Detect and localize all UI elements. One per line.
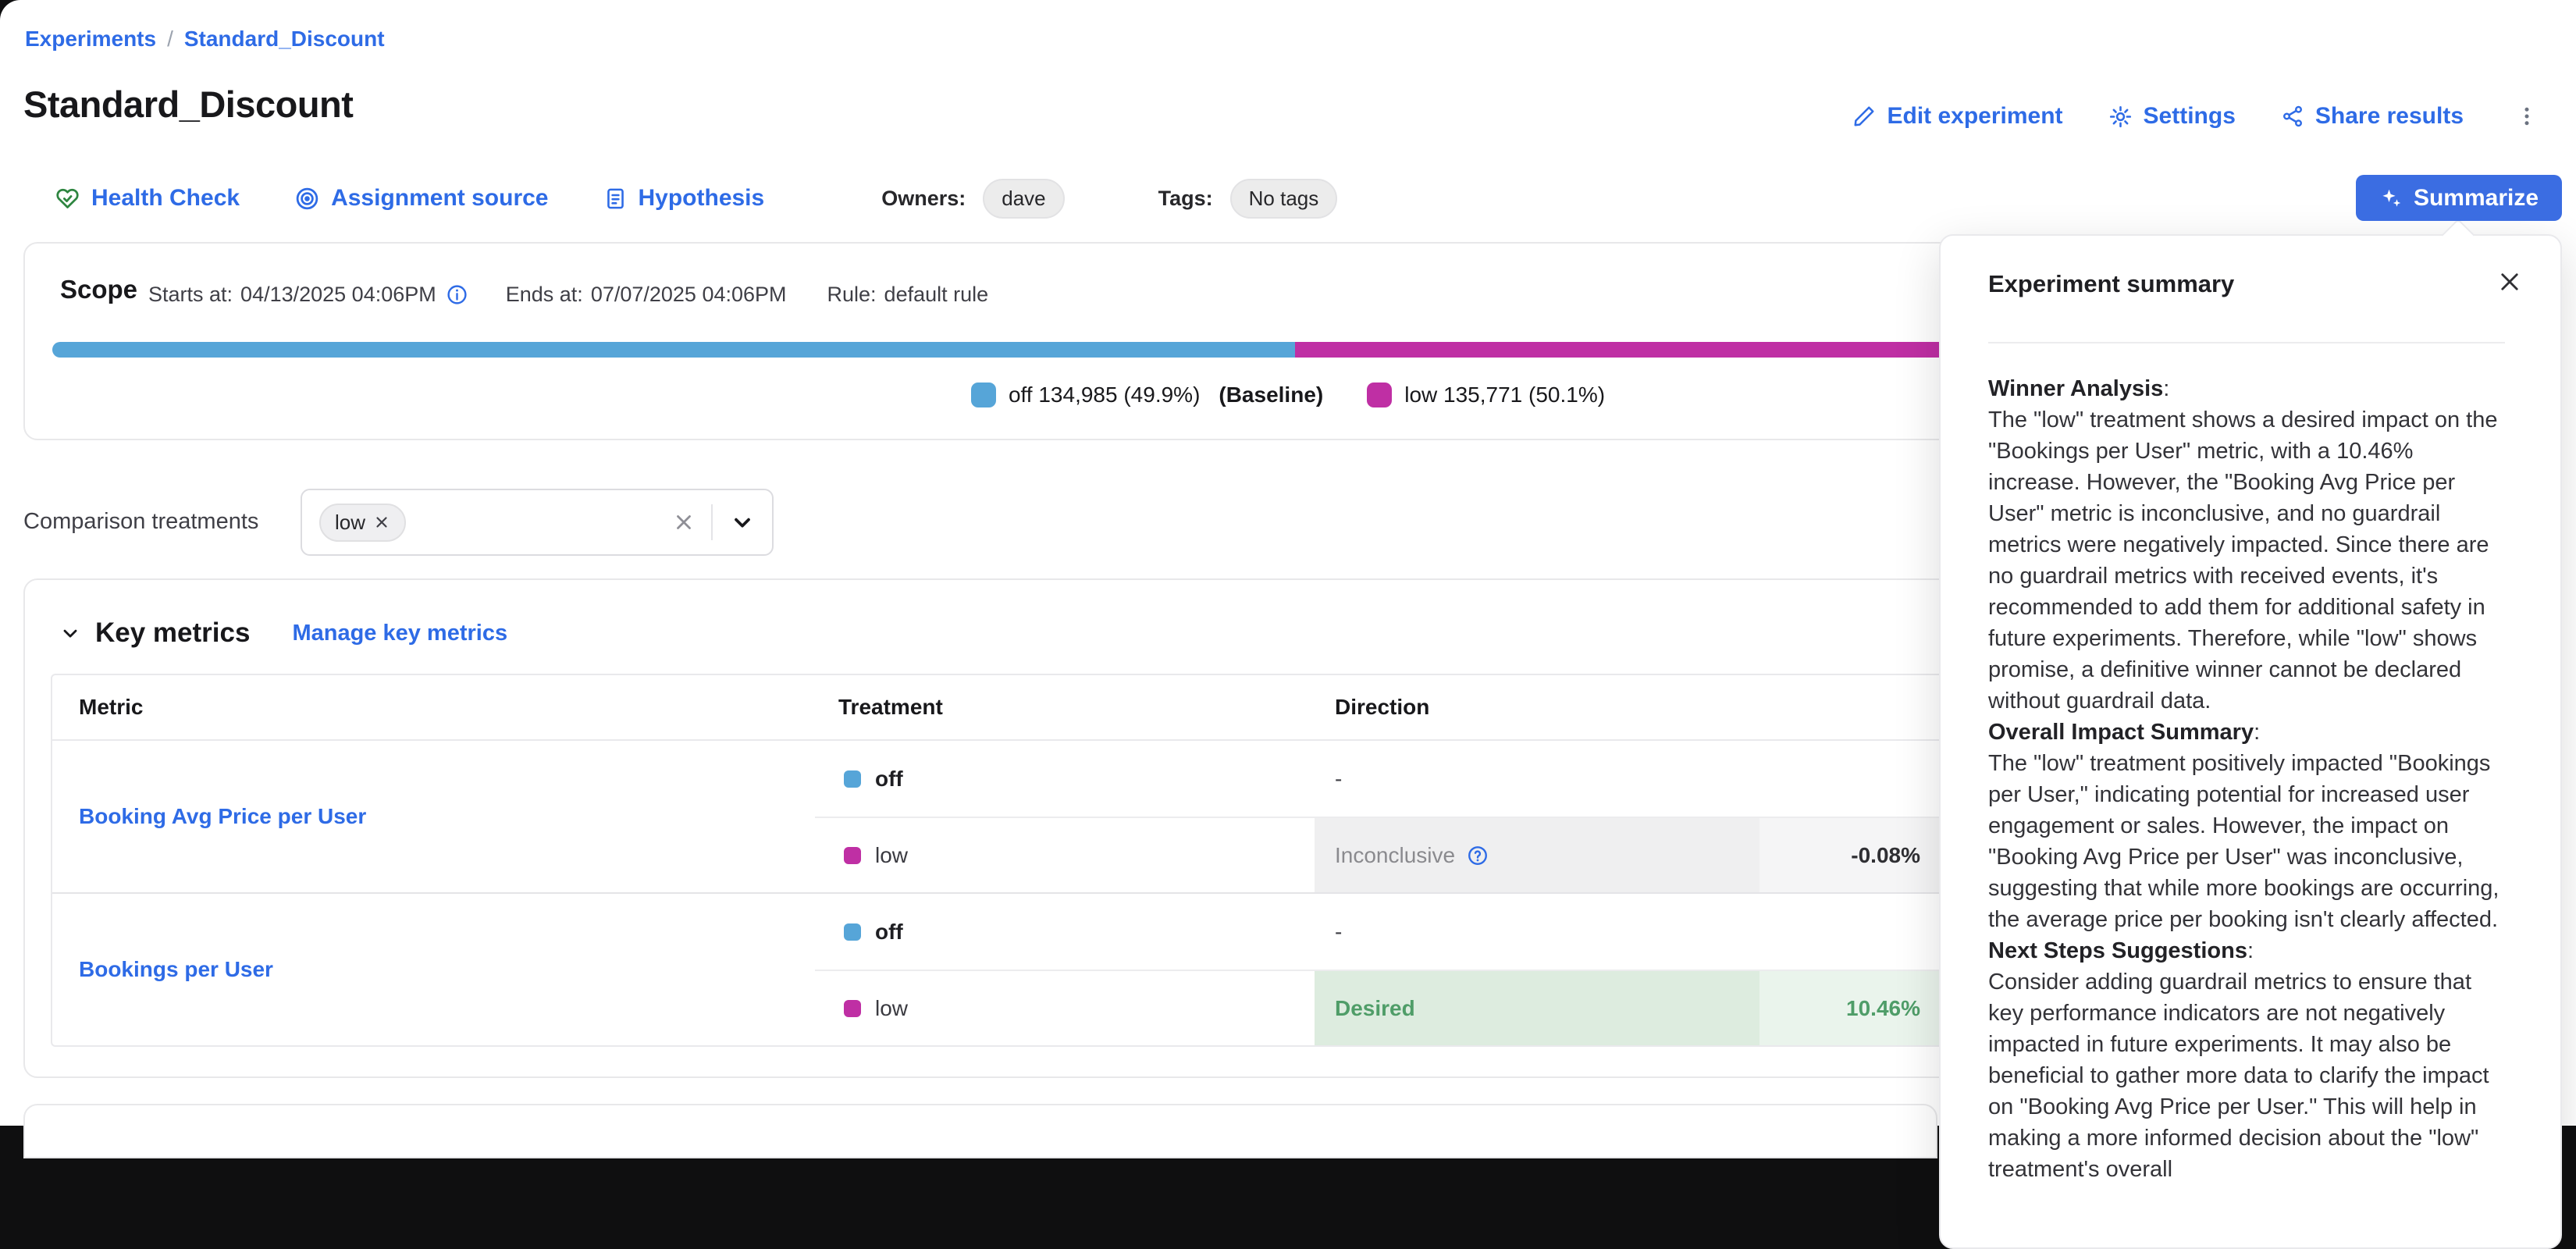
settings-label: Settings [2144,103,2236,130]
rule-value: default rule [884,283,989,307]
low-swatch-icon [844,1000,861,1017]
summarize-button[interactable]: Summarize [2356,175,2562,221]
kebab-icon [2515,105,2539,128]
summarize-label: Summarize [2414,185,2539,212]
legend-baseline-text: (Baseline) [1219,383,1323,407]
value-cell [1759,741,1941,817]
assignment-source-link[interactable]: Assignment source [294,185,548,212]
treatment-name: low [875,843,908,868]
edit-experiment-button[interactable]: Edit experiment [1852,103,2062,130]
edit-experiment-label: Edit experiment [1887,103,2062,130]
legend-low-text: low 135,771 (50.1%) [1404,383,1605,407]
header-actions: Edit experiment Settings Share results [1852,101,2545,131]
section-body: The "low" treatment shows a desired impa… [1988,404,2507,717]
column-header-metric: Metric [52,695,815,720]
starts-at-value: 04/13/2025 04:06PM [240,283,436,307]
heart-check-icon [55,186,80,212]
gear-icon [2108,105,2133,129]
pencil-icon [1852,105,1876,128]
share-icon [2281,105,2304,128]
scope-title: Scope [60,275,137,304]
settings-button[interactable]: Settings [2108,103,2236,130]
next-section-card [23,1104,1937,1158]
legend-off-text: off 134,985 (49.9%) [1009,383,1200,407]
ends-at-value: 07/07/2025 04:06PM [591,283,787,307]
direction-cell-inconclusive: Inconclusive [1315,818,1759,892]
value-cell: -0.08% [1759,818,1941,892]
question-icon[interactable] [1466,844,1489,867]
off-swatch-icon [971,383,996,407]
page: Experiments / Standard_Discount Standard… [0,0,2576,1126]
comparison-treatments-label: Comparison treatments [23,509,258,535]
health-check-link[interactable]: Health Check [55,185,240,212]
section-body: The "low" treatment positively impacted … [1988,748,2507,935]
close-icon[interactable] [2496,269,2523,295]
panel-notch [2442,219,2475,251]
health-check-label: Health Check [91,185,240,212]
select-clear-icon[interactable] [656,511,711,534]
column-header-treatment: Treatment [815,695,1315,720]
treatment-name: low [875,996,908,1021]
breadcrumb-experiments[interactable]: Experiments [25,27,156,52]
value-cell [1759,894,1941,970]
document-icon [603,187,628,211]
page-title: Standard_Discount [23,83,353,126]
subnav: Health Check Assignment source Hypothesi… [55,173,1337,223]
experiment-summary-panel: Experiment summary Winner Analysis: The … [1939,234,2562,1249]
hypothesis-link[interactable]: Hypothesis [603,185,765,212]
experiment-summary-title: Experiment summary [1988,270,2234,298]
direction-cell-desired: Desired [1315,971,1759,1045]
panel-divider [1988,342,2505,343]
assignment-source-label: Assignment source [331,185,548,212]
metric-link-bookings-per-user[interactable]: Bookings per User [79,957,273,982]
value-cell: 10.46% [1759,971,1941,1045]
manage-key-metrics-link[interactable]: Manage key metrics [292,621,507,646]
breadcrumb-current[interactable]: Standard_Discount [184,27,385,52]
owner-pill[interactable]: dave [983,179,1064,219]
more-options-button[interactable] [2509,101,2545,131]
key-metrics-title: Key metrics [95,617,250,649]
share-results-button[interactable]: Share results [2281,103,2464,130]
off-swatch-icon [844,770,861,788]
direction-cell: - [1315,894,1759,970]
direction-cell: - [1315,741,1759,817]
section-body: Consider adding guardrail metrics to ens… [1988,966,2507,1185]
ends-at-label: Ends at: [506,283,583,307]
info-icon[interactable] [446,283,468,306]
chip-remove-icon[interactable] [373,514,390,531]
comparison-treatments-select[interactable]: low [301,489,774,556]
column-header-direction: Direction [1315,695,1759,720]
section-heading: Next Steps Suggestions [1988,938,2247,963]
allocation-segment-off [52,342,1295,358]
hypothesis-label: Hypothesis [639,185,765,212]
owners-label: Owners: [881,187,966,211]
breadcrumb: Experiments / Standard_Discount [25,27,385,52]
share-results-label: Share results [2315,103,2464,130]
low-swatch-icon [844,847,861,864]
breadcrumb-separator: / [167,27,173,52]
tags-pill[interactable]: No tags [1230,179,1338,219]
treatment-name: off [875,767,903,792]
panel-body: Winner Analysis: The "low" treatment sho… [1988,373,2507,1185]
legend-item-low: low 135,771 (50.1%) [1367,383,1605,407]
treatment-chip-low[interactable]: low [319,504,406,542]
sparkles-icon [2379,187,2403,210]
section-heading: Winner Analysis [1988,376,2163,401]
metric-link-booking-avg-price[interactable]: Booking Avg Price per User [79,804,366,829]
legend-item-off: off 134,985 (49.9%) (Baseline) [971,383,1323,407]
starts-at-label: Starts at: [148,283,233,307]
treatment-chip-label: low [335,511,365,535]
select-chevron-down-icon[interactable] [713,510,772,535]
rule-label: Rule: [827,283,877,307]
low-swatch-icon [1367,383,1392,407]
section-heading: Overall Impact Summary [1988,720,2254,745]
tags-label: Tags: [1158,187,1213,211]
off-swatch-icon [844,923,861,941]
scope-meta: Starts at: 04/13/2025 04:06PM Ends at: 0… [148,283,988,307]
target-icon [294,186,320,212]
treatment-name: off [875,920,903,945]
key-metrics-collapse-icon[interactable] [59,622,81,644]
